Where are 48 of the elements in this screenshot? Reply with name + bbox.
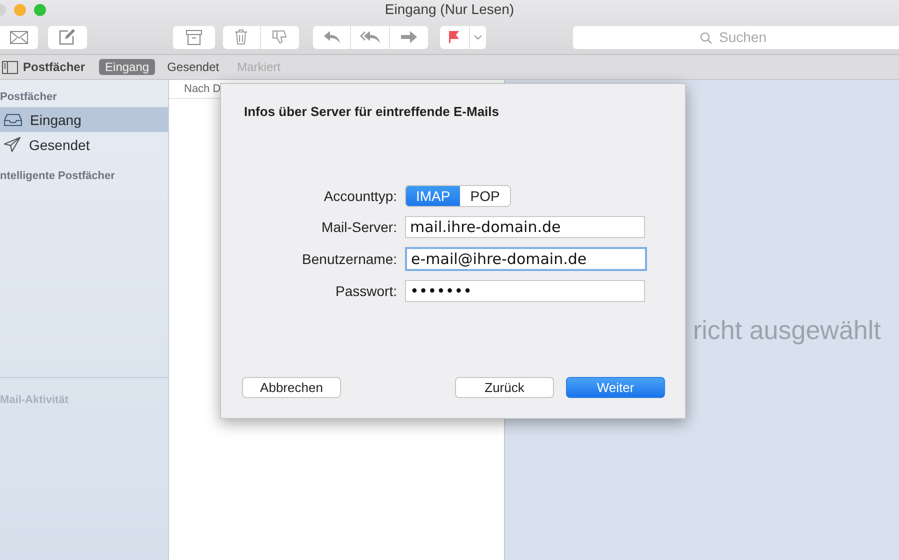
junk-button[interactable]	[261, 26, 299, 48]
dialog-title: Infos über Server für eintreffende E-Mails	[244, 104, 500, 119]
compose-button[interactable]	[48, 26, 88, 48]
reply-all-arrow-icon	[360, 31, 380, 43]
envelope-icon	[10, 30, 28, 44]
segment-button[interactable]: IMAP	[406, 186, 460, 206]
field-label: Mail-Server:	[322, 219, 397, 235]
minimize-button[interactable]	[14, 4, 26, 16]
reply-arrow-icon	[324, 31, 340, 43]
input-field[interactable]: mail.ihre-domain.de	[405, 216, 645, 238]
paper-plane-icon	[4, 137, 21, 152]
right-arrow-icon	[400, 31, 417, 43]
mailboxes-button[interactable]: Postfächer	[2, 60, 86, 74]
section-heading: Postfächer	[0, 90, 58, 105]
window-title: Eingang (Nur Lesen)	[384, 1, 514, 17]
reply-all-button[interactable]	[351, 26, 389, 48]
mailbox-item[interactable]: Gesendet	[0, 132, 168, 157]
flag-button[interactable]	[440, 26, 470, 48]
field-label: Benutzername:	[302, 251, 397, 267]
favorite-button[interactable]: Gesendet	[161, 59, 226, 75]
flag-menu-button[interactable]	[470, 26, 486, 48]
sort-label[interactable]: Nach D	[184, 83, 221, 95]
empty-message: richt ausgewählt	[693, 315, 881, 346]
field-label: Accounttyp:	[324, 188, 397, 204]
input-field[interactable]: e-mail@ihre-domain.de	[405, 247, 647, 271]
cancel-button[interactable]: Abbrechen	[242, 377, 341, 398]
input-field[interactable]: •••••••	[405, 280, 645, 302]
section-heading: ntelligente Postfächer	[0, 169, 116, 184]
favorite-button[interactable]: Eingang	[99, 59, 156, 75]
chevron-down-icon	[474, 34, 482, 40]
trash-icon	[235, 29, 248, 45]
thumbs-down-icon	[272, 29, 288, 45]
compose-icon	[59, 29, 76, 45]
get-mail-button[interactable]	[0, 26, 38, 48]
archive-box-icon	[186, 30, 202, 44]
inbox-tray-icon	[4, 114, 22, 126]
mailbox-item[interactable]: Eingang	[0, 107, 168, 132]
reply-button[interactable]	[312, 26, 350, 48]
zoom-button[interactable]	[34, 4, 46, 16]
search-field[interactable]: Suchen	[573, 26, 899, 48]
sidebar-icon	[2, 60, 18, 74]
flag-icon	[449, 31, 460, 43]
search-icon	[700, 32, 712, 44]
field-label: Passwort:	[336, 283, 397, 299]
back-button[interactable]: Zurück	[455, 377, 554, 398]
forward-button[interactable]	[390, 26, 428, 48]
delete-button[interactable]	[222, 26, 260, 48]
archive-button[interactable]	[173, 26, 215, 48]
